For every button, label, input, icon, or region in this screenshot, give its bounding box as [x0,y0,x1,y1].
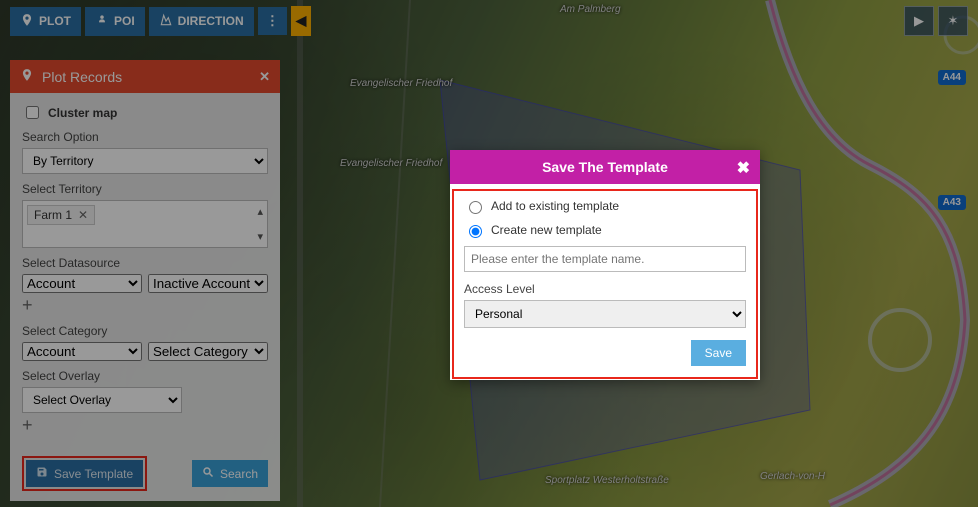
modal-close-button[interactable]: ✖ [737,158,750,178]
play-icon: ▶ [914,13,924,29]
territory-multiselect[interactable]: Farm 1 ✕ ▴ ▾ [22,200,268,248]
search-button[interactable]: Search [192,460,268,487]
road-badge-a43: A43 [938,195,966,210]
modal-header: Save The Template ✖ [450,150,760,184]
sparkle-icon: ✶ [948,13,959,29]
select-overlay-label: Select Overlay [22,369,268,383]
close-icon: ✖ [737,160,750,177]
top-toolbar: PLOT POI DIRECTION ⋮ ◀ [10,6,311,36]
category-select-b[interactable]: Select Category [148,342,268,361]
select-datasource-label: Select Datasource [22,256,268,270]
poi-label: POI [114,14,135,28]
radio-new-label: Create new template [491,223,602,237]
territory-tag: Farm 1 ✕ [27,205,95,225]
radio-new-template[interactable] [469,225,482,238]
modal-footer: Save [450,340,760,380]
tool-highlight-button[interactable]: ✶ [938,6,968,36]
save-template-highlight: Save Template [22,456,147,491]
road-badge-a44: A44 [938,70,966,85]
plus-icon: + [22,415,33,435]
modal-title: Save The Template [542,159,668,175]
search-icon [202,466,214,481]
select-territory-label: Select Territory [22,182,268,196]
add-overlay-button[interactable]: + [22,415,33,436]
modal-body: Add to existing template Create new temp… [450,184,760,340]
template-name-input[interactable] [464,246,746,272]
radio-existing-template[interactable] [469,201,482,214]
pin-icon [20,68,34,85]
cluster-map-label: Cluster map [48,106,117,120]
radio-existing-label: Add to existing template [491,199,619,213]
close-icon: ✕ [78,208,88,222]
panel-close-button[interactable]: ✕ [259,69,270,85]
plot-records-panel: Plot Records ✕ Cluster map Search Option… [10,60,280,501]
panel-body: Cluster map Search Option By Territory S… [10,93,280,501]
top-right-tools: ▶ ✶ [904,6,968,36]
close-icon: ✕ [259,69,270,84]
pin-person-icon [95,13,109,30]
access-level-label: Access Level [464,282,746,296]
toolbar-more-menu[interactable]: ⋮ [258,7,287,35]
territory-tag-label: Farm 1 [34,208,72,222]
category-select-a[interactable]: Account [22,342,142,361]
direction-label: DIRECTION [178,14,244,28]
chevron-left-icon: ◀ [296,13,306,29]
save-template-modal: Save The Template ✖ Add to existing temp… [450,150,760,380]
save-template-label: Save Template [54,467,133,481]
plot-label: PLOT [39,14,71,28]
datasource-select-a[interactable]: Account [22,274,142,293]
more-icon: ⋮ [266,13,279,28]
tool-play-button[interactable]: ▶ [904,6,934,36]
add-datasource-button[interactable]: + [22,295,33,316]
collapse-toggle[interactable]: ◀ [291,6,311,36]
overlay-select[interactable]: Select Overlay [22,387,182,413]
save-icon [36,466,48,481]
panel-footer: Save Template Search [22,456,268,491]
datasource-select-b[interactable]: Inactive Account [148,274,268,293]
panel-title: Plot Records [42,69,122,85]
plus-icon: + [22,295,33,315]
select-category-label: Select Category [22,324,268,338]
modal-save-button[interactable]: Save [691,340,746,366]
search-option-label: Search Option [22,130,268,144]
search-label: Search [220,467,258,481]
poi-button[interactable]: POI [85,7,145,36]
chevron-down-icon: ▾ [257,231,263,243]
territory-scroll-up[interactable]: ▴ [257,205,263,218]
pin-icon [20,13,34,30]
territory-scroll-down[interactable]: ▾ [257,230,263,243]
direction-button[interactable]: DIRECTION [149,7,254,36]
panel-header: Plot Records ✕ [10,60,280,93]
route-icon [159,13,173,30]
plot-button[interactable]: PLOT [10,7,81,36]
modal-save-label: Save [705,346,732,360]
search-option-select[interactable]: By Territory [22,148,268,174]
cluster-map-checkbox[interactable] [26,106,39,119]
save-template-button[interactable]: Save Template [26,460,143,487]
chevron-up-icon: ▴ [257,206,263,218]
access-level-select[interactable]: Personal [464,300,746,328]
territory-tag-remove[interactable]: ✕ [78,208,88,222]
